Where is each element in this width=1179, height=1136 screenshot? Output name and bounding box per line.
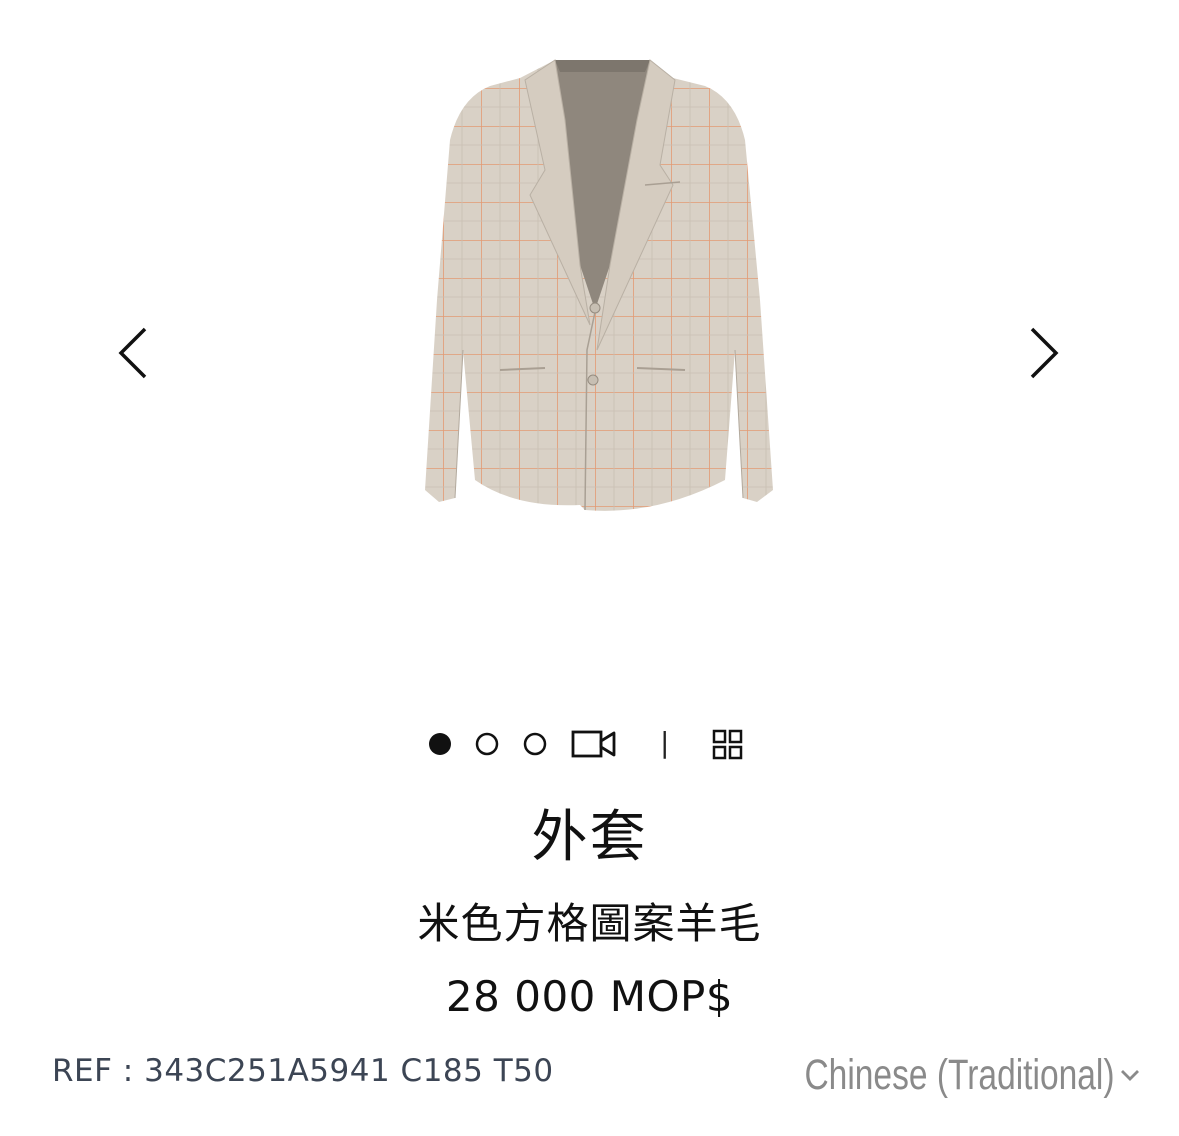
next-image-button[interactable]: [1014, 318, 1074, 388]
product-ref: REF : 343C251A5941 C185 T50: [52, 1053, 554, 1089]
product-subtitle: 米色方格圖案羊毛: [417, 899, 762, 948]
chevron-down-icon: [1121, 1070, 1139, 1081]
language-selector[interactable]: Chinese (Traditional): [717, 1045, 1143, 1105]
gallery-indicators: |: [420, 722, 780, 766]
grid-view-icon[interactable]: [710, 727, 746, 763]
previous-image-button[interactable]: [103, 318, 163, 388]
product-image: [425, 59, 773, 511]
product-price: 28 000 MOP$: [445, 972, 734, 1021]
slide-dot-active[interactable]: [427, 731, 453, 757]
indicator-separator: |: [660, 726, 670, 759]
chevron-left-icon: [118, 327, 147, 379]
video-camera-icon[interactable]: [570, 727, 618, 761]
slide-dot[interactable]: [474, 731, 500, 757]
chevron-right-icon: [1030, 327, 1059, 379]
slide-dot[interactable]: [522, 731, 548, 757]
product-title: 外套: [531, 805, 648, 870]
language-label: Chinese (Traditional): [804, 1050, 1115, 1099]
product-gallery: [0, 0, 1179, 700]
